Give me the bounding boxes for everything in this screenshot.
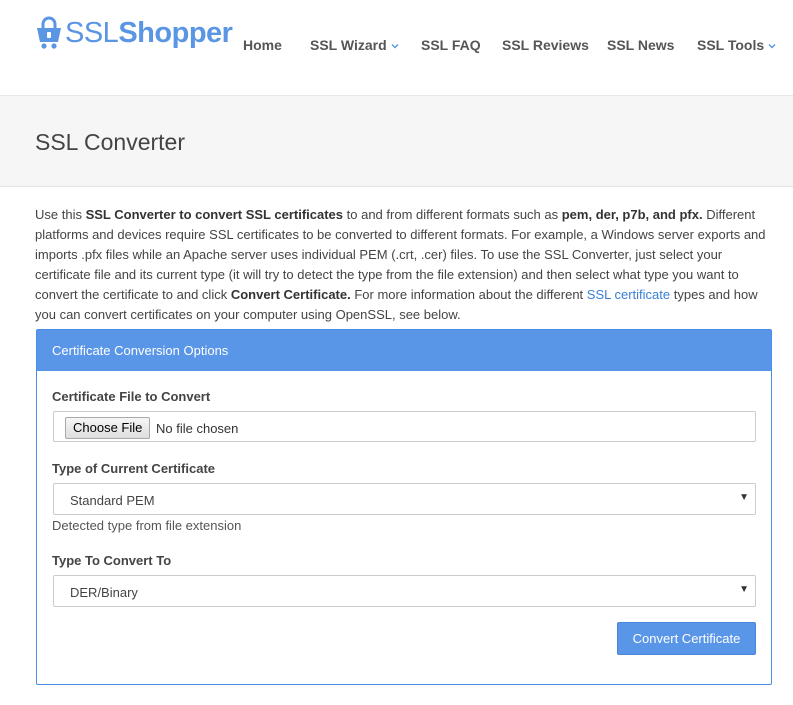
nav-ssl-tools[interactable]: SSL Tools xyxy=(697,37,777,53)
caret-down-icon: ▼ xyxy=(739,584,749,595)
current-type-label: Type of Current Certificate xyxy=(52,461,216,476)
current-type-value: Standard PEM xyxy=(70,493,155,508)
intro-bold-2: pem, der, p7b, and pfx. xyxy=(561,207,703,222)
caret-down-icon: ▼ xyxy=(739,492,749,503)
site-header: SSL Shopper Home SSL Wizard SSL FAQ SSL R… xyxy=(0,0,793,96)
nav-ssl-news-label: SSL News xyxy=(607,37,675,53)
main-nav: Home SSL Wizard SSL FAQ SSL Reviews SSL … xyxy=(0,37,793,57)
chevron-down-icon xyxy=(390,41,400,51)
convert-to-value: DER/Binary xyxy=(70,585,138,600)
nav-ssl-tools-label: SSL Tools xyxy=(697,37,765,53)
nav-ssl-wizard[interactable]: SSL Wizard xyxy=(310,37,400,53)
nav-home[interactable]: Home xyxy=(243,37,282,53)
nav-ssl-reviews-label: SSL Reviews xyxy=(502,37,589,53)
nav-ssl-reviews[interactable]: SSL Reviews xyxy=(502,37,589,53)
nav-ssl-faq-label: SSL FAQ xyxy=(421,37,481,53)
detected-type-help: Detected type from file extension xyxy=(52,518,242,533)
nav-ssl-wizard-label: SSL Wizard xyxy=(310,37,387,53)
file-label: Certificate File to Convert xyxy=(52,389,211,404)
convert-to-label: Type To Convert To xyxy=(52,553,172,568)
ssl-certificate-link[interactable]: SSL certificate xyxy=(587,287,670,302)
nav-home-label: Home xyxy=(243,37,282,53)
file-status-text: No file chosen xyxy=(156,421,239,436)
page-title: SSL Converter xyxy=(35,129,185,155)
current-type-select[interactable]: Standard PEM ▼ xyxy=(53,483,756,515)
page-title-band: SSL Converter xyxy=(0,96,793,187)
nav-ssl-faq[interactable]: SSL FAQ xyxy=(421,37,481,53)
panel-heading: Certificate Conversion Options xyxy=(37,330,771,371)
convert-to-select[interactable]: DER/Binary ▼ xyxy=(53,575,756,607)
intro-bold-1: SSL Converter to convert SSL certificate… xyxy=(85,207,344,222)
intro-text-4: For more information about the different xyxy=(350,287,587,302)
convert-certificate-button[interactable]: Convert Certificate xyxy=(617,622,756,655)
choose-file-button[interactable]: Choose File xyxy=(65,417,151,439)
certificate-file-input[interactable]: Choose File No file chosen xyxy=(53,411,756,442)
nav-ssl-news[interactable]: SSL News xyxy=(607,37,674,53)
intro-text-1: Use this xyxy=(35,207,86,222)
intro-paragraph: Use this SSL Converter to convert SSL ce… xyxy=(35,205,775,325)
conversion-options-panel: Certificate Conversion Options Certifica… xyxy=(36,329,772,685)
intro-bold-3: Convert Certificate. xyxy=(230,287,351,302)
intro-text-2: to and from different formats such as xyxy=(343,207,562,222)
chevron-down-icon xyxy=(767,41,777,51)
